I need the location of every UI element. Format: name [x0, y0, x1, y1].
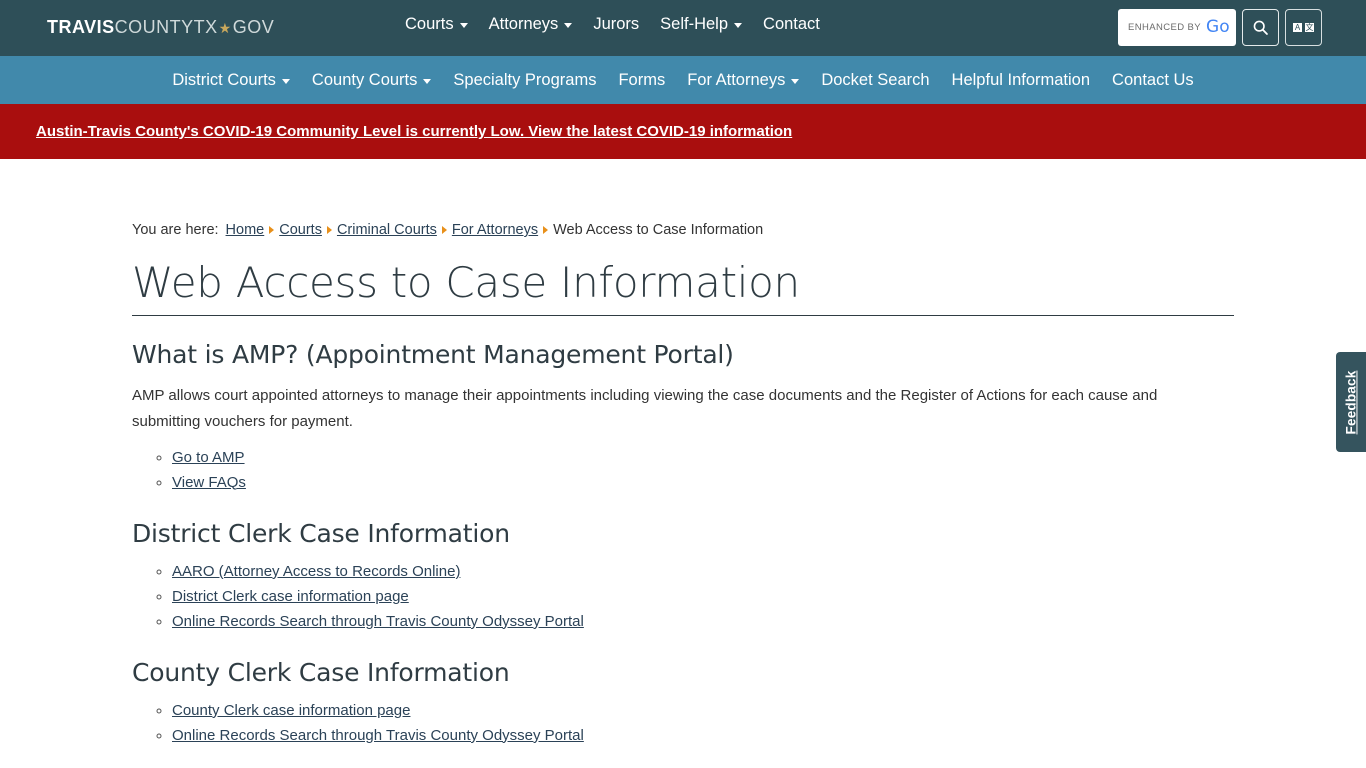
search-enhanced-label: ENHANCED BY	[1128, 22, 1202, 33]
secondary-navigation: District Courts County Courts Specialty …	[0, 56, 1366, 104]
link-aaro[interactable]: AARO (Attorney Access to Records Online)	[172, 563, 460, 580]
search-input[interactable]: ENHANCED BY Gо	[1118, 9, 1236, 46]
link-go-to-amp[interactable]: Go to AMP	[172, 449, 245, 466]
link-list-amp: Go to AMP View FAQs	[132, 446, 1234, 495]
subnav-item-label: For Attorneys	[687, 70, 786, 89]
nav-item-contact[interactable]: Contact	[763, 16, 820, 33]
breadcrumb-separator-icon	[441, 226, 447, 234]
translate-cjk-glyph: 文	[1304, 22, 1315, 33]
nav-item-label: Attorneys	[488, 15, 559, 33]
main-content: You are here: Home Courts Criminal Court…	[0, 159, 1366, 768]
breadcrumb-item-current: Web Access to Case Information	[553, 222, 764, 238]
section-heading-amp: What is AMP? (Appointment Management Por…	[132, 340, 734, 370]
primary-navigation: Courts Attorneys Jurors Self-Help Contac…	[405, 16, 820, 33]
feedback-tab[interactable]: Feedback	[1336, 352, 1366, 452]
nav-item-label: Self-Help	[660, 15, 729, 33]
nav-item-label: Contact	[763, 15, 820, 33]
subnav-item-county-courts[interactable]: County Courts	[311, 70, 432, 89]
subnav-item-label: District Courts	[172, 70, 276, 89]
site-logo[interactable]: TRAVISCOUNTYTX★GOV	[47, 18, 274, 36]
nav-item-courts[interactable]: Courts	[405, 16, 468, 33]
covid-alert-banner: Austin-Travis County's COVID-19 Communit…	[0, 104, 1366, 159]
nav-item-jurors[interactable]: Jurors	[593, 16, 639, 33]
chevron-down-icon	[734, 22, 743, 28]
subnav-item-label: County Courts	[311, 70, 418, 89]
chevron-down-icon	[791, 78, 800, 84]
subnav-item-for-attorneys[interactable]: For Attorneys	[687, 70, 800, 89]
search-button[interactable]	[1242, 9, 1279, 46]
link-list-district-clerk: AARO (Attorney Access to Records Online)…	[132, 560, 1234, 634]
subnav-item-helpful-information[interactable]: Helpful Information	[952, 72, 1091, 89]
breadcrumb-item-for-attorneys[interactable]: For Attorneys	[452, 220, 538, 240]
section-heading-district-clerk: District Clerk Case Information	[132, 518, 510, 548]
page-title: Web Access to Case Information	[132, 260, 1234, 317]
subnav-item-district-courts[interactable]: District Courts	[172, 72, 290, 89]
breadcrumb: You are here: Home Courts Criminal Court…	[132, 220, 1234, 240]
link-list-county-clerk: County Clerk case information page Onlin…	[132, 699, 1234, 748]
nav-item-attorneys[interactable]: Attorneys	[489, 16, 573, 33]
translate-latin-glyph: A	[1292, 22, 1303, 33]
subnav-item-contact-us[interactable]: Contact Us	[1112, 72, 1194, 89]
covid-alert-link[interactable]: Austin-Travis County's COVID-19 Communit…	[36, 123, 792, 140]
logo-text-travis: TRAVIS	[47, 17, 115, 37]
breadcrumb-prefix: You are here:	[132, 222, 219, 238]
list-item: AARO (Attorney Access to Records Online)	[172, 560, 1234, 584]
link-county-odyssey-portal[interactable]: Online Records Search through Travis Cou…	[172, 727, 584, 744]
nav-item-label: Courts	[405, 15, 454, 33]
chevron-down-icon	[564, 22, 573, 28]
nav-item-self-help[interactable]: Self-Help	[660, 15, 743, 33]
subnav-item-docket-search[interactable]: Docket Search	[821, 72, 929, 89]
list-item: Go to AMP	[172, 446, 1234, 470]
site-header: TRAVISCOUNTYTX★GOV Courts Attorneys Juro…	[0, 0, 1366, 56]
nav-item-label: Jurors	[593, 15, 640, 33]
subnav-item-label: Docket Search	[821, 70, 930, 89]
link-county-clerk-case-information-page[interactable]: County Clerk case information page	[172, 702, 410, 719]
translate-icon: A 文	[1292, 22, 1315, 33]
subnav-item-forms[interactable]: Forms	[618, 72, 665, 89]
link-district-odyssey-portal[interactable]: Online Records Search through Travis Cou…	[172, 613, 584, 630]
chevron-down-icon	[459, 22, 468, 28]
subnav-item-label: Specialty Programs	[453, 70, 597, 89]
logo-text-gov: GOV	[232, 17, 275, 37]
breadcrumb-separator-icon	[326, 226, 332, 234]
list-item: County Clerk case information page	[172, 699, 1234, 723]
feedback-tab-label: Feedback	[1343, 370, 1359, 434]
breadcrumb-separator-icon	[269, 226, 275, 234]
logo-text-countytx: COUNTYTX	[114, 17, 218, 37]
section-paragraph-amp: AMP allows court appointed attorneys to …	[132, 387, 1158, 430]
list-item: Online Records Search through Travis Cou…	[172, 724, 1234, 748]
list-item: View FAQs	[172, 471, 1234, 495]
section-heading-county-clerk: County Clerk Case Information	[132, 657, 510, 687]
subnav-item-specialty-programs[interactable]: Specialty Programs	[453, 72, 596, 89]
link-view-faqs[interactable]: View FAQs	[172, 474, 246, 491]
subnav-item-label: Forms	[618, 70, 666, 89]
chevron-down-icon	[423, 78, 432, 84]
list-item: Online Records Search through Travis Cou…	[172, 610, 1234, 634]
breadcrumb-separator-icon	[543, 226, 549, 234]
translate-button[interactable]: A 文	[1285, 9, 1322, 46]
breadcrumb-item-criminal-courts[interactable]: Criminal Courts	[337, 220, 437, 240]
star-icon: ★	[218, 20, 232, 36]
subnav-item-label: Contact Us	[1112, 70, 1194, 89]
chevron-down-icon	[281, 78, 290, 84]
link-district-clerk-case-information-page[interactable]: District Clerk case information page	[172, 588, 409, 605]
breadcrumb-item-home[interactable]: Home	[226, 220, 265, 240]
subnav-item-label: Helpful Information	[951, 70, 1091, 89]
list-item: District Clerk case information page	[172, 585, 1234, 609]
google-logo-icon: Gо	[1206, 17, 1230, 37]
breadcrumb-item-courts[interactable]: Courts	[279, 220, 322, 240]
search-icon	[1253, 20, 1268, 35]
header-tools: ENHANCED BY Gо A 文	[1118, 9, 1322, 46]
